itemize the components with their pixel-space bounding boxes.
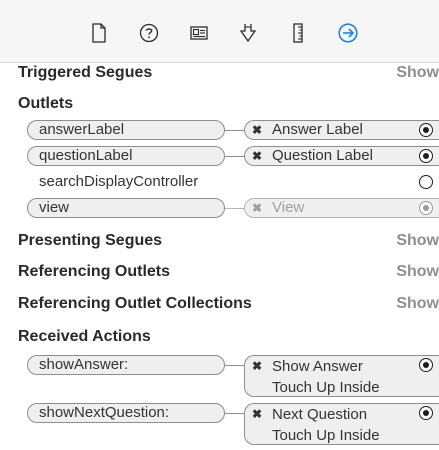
action-showNextQuestion[interactable]: showNextQuestion: (27, 403, 225, 423)
presenting-segues-show-button[interactable]: Show (396, 231, 439, 251)
presenting-segues-title: Presenting Segues (18, 232, 163, 249)
action-showAnswer[interactable]: showAnswer: (27, 355, 225, 375)
disconnect-icon[interactable]: ✖ (251, 121, 263, 139)
outlet-target-question-label[interactable]: ✖ Question Label (244, 146, 439, 166)
triggered-segues-title: Triggered Segues (18, 64, 153, 81)
referencing-outlet-collections-title: Referencing Outlet Collections (18, 295, 252, 312)
target-label: Show Answer (272, 358, 363, 375)
disconnect-icon[interactable]: ✖ (251, 356, 263, 376)
action-target-next-question[interactable]: ✖ Next Question Touch Up Inside (244, 403, 439, 445)
inspector-toolbar (0, 0, 439, 63)
referencing-outlets-show-button[interactable]: Show (396, 262, 439, 282)
disconnect-icon[interactable]: ✖ (251, 147, 263, 165)
connection-radio[interactable] (419, 201, 433, 215)
disconnect-icon[interactable]: ✖ (251, 199, 263, 217)
target-label: Question Label (272, 147, 373, 164)
outlets-title: Outlets (18, 95, 74, 112)
connection-radio[interactable] (419, 406, 433, 420)
target-event: Touch Up Inside (272, 379, 380, 396)
outlet-view[interactable]: view (27, 198, 225, 218)
outlet-target-answer-label[interactable]: ✖ Answer Label (244, 120, 439, 140)
connection-radio[interactable] (419, 175, 433, 189)
triggered-segues-show-button[interactable]: Show (396, 63, 439, 83)
disconnect-icon[interactable]: ✖ (251, 404, 263, 424)
received-actions-title: Received Actions (18, 328, 151, 345)
outlet-answerLabel[interactable]: answerLabel (27, 120, 225, 140)
action-target-show-answer[interactable]: ✖ Show Answer Touch Up Inside (244, 355, 439, 397)
connection-radio[interactable] (419, 149, 433, 163)
target-label: Answer Label (272, 121, 363, 138)
identity-icon[interactable] (188, 22, 210, 44)
file-icon[interactable] (88, 22, 110, 44)
target-event: Touch Up Inside (272, 427, 380, 444)
target-label: View (272, 199, 305, 216)
size-icon[interactable] (287, 22, 309, 44)
connection-radio[interactable] (419, 123, 433, 137)
attributes-icon[interactable] (237, 22, 259, 44)
referencing-outlets-title: Referencing Outlets (18, 263, 171, 280)
referencing-outlet-collections-show-button[interactable]: Show (396, 294, 439, 314)
help-icon[interactable] (138, 22, 160, 44)
outlet-target-view[interactable]: ✖ View (244, 198, 439, 218)
target-label: Next Question (272, 406, 368, 423)
connection-radio[interactable] (419, 358, 433, 372)
outlet-questionLabel[interactable]: questionLabel (27, 146, 225, 166)
outlet-searchDisplayController: searchDisplayController (39, 173, 199, 190)
connections-icon[interactable] (337, 22, 359, 44)
